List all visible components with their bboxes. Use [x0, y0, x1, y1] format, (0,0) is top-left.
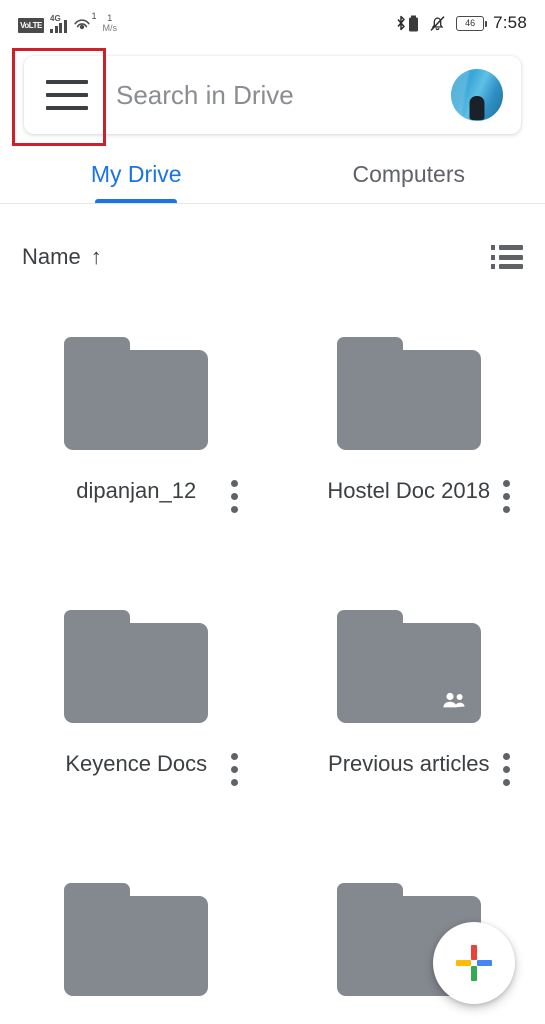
- tab-my-drive-label: My Drive: [91, 161, 182, 188]
- app-screen: VoLTE 4G 1 1 M/s: [0, 0, 545, 1024]
- bluetooth-battery-group: [395, 15, 419, 32]
- file-grid: dipanjan_12 Hostel Doc 2018 Keyence Docs: [0, 300, 545, 1024]
- sort-bar: Name ↑: [0, 228, 545, 286]
- file-name-label: Hostel Doc 2018: [327, 476, 490, 505]
- status-bar-right: 46 7:58: [395, 13, 527, 33]
- clock-label: 7:58: [493, 13, 527, 33]
- data-speed-value: 1: [107, 14, 112, 23]
- grid-item[interactable]: Previous articles: [273, 573, 545, 846]
- file-name-label: Keyence Docs: [65, 749, 207, 778]
- grid-item-label-row: Hostel Doc 2018: [273, 476, 545, 505]
- folder-icon[interactable]: [337, 337, 481, 450]
- grid-item-label-row: Previous articles: [273, 749, 545, 778]
- tab-computers-label: Computers: [353, 161, 465, 188]
- file-name-label: Previous articles: [328, 749, 489, 778]
- file-name-label: dipanjan_12: [76, 476, 196, 505]
- folder-icon[interactable]: [64, 883, 208, 996]
- tab-my-drive[interactable]: My Drive: [0, 145, 273, 204]
- shared-folder-people-icon: [441, 691, 467, 709]
- sort-by-name-button[interactable]: Name ↑: [22, 244, 102, 270]
- grid-item-label-row: dipanjan_12: [0, 476, 273, 505]
- data-speed-unit: M/s: [103, 24, 118, 33]
- signal-bars-icon: 4G: [50, 15, 67, 33]
- account-avatar[interactable]: [451, 69, 503, 121]
- search-input[interactable]: Search in Drive: [116, 80, 451, 111]
- sort-label-text: Name: [22, 244, 81, 270]
- grid-item[interactable]: Keyence Docs: [0, 573, 273, 846]
- grid-item-label-row: Keyence Docs: [0, 749, 273, 778]
- create-new-fab-button[interactable]: [433, 922, 515, 1004]
- more-options-icon[interactable]: [503, 753, 511, 786]
- list-view-icon[interactable]: [491, 245, 523, 269]
- status-bar: VoLTE 4G 1 1 M/s: [0, 0, 545, 46]
- more-options-icon[interactable]: [503, 480, 511, 513]
- drive-tabs: My Drive Computers: [0, 145, 545, 204]
- folder-icon[interactable]: [64, 337, 208, 450]
- grid-item[interactable]: [0, 846, 273, 1024]
- hotspot-icon: 1: [73, 15, 93, 33]
- search-bar[interactable]: Search in Drive: [24, 56, 521, 134]
- battery-small-icon: [408, 15, 419, 32]
- hamburger-menu-icon[interactable]: [46, 80, 88, 110]
- more-options-icon[interactable]: [231, 480, 239, 513]
- volte-icon: VoLTE: [18, 18, 44, 33]
- hotspot-count-label: 1: [91, 11, 96, 21]
- tab-computers[interactable]: Computers: [273, 145, 545, 204]
- folder-icon[interactable]: [337, 610, 481, 723]
- network-type-label: 4G: [50, 14, 61, 23]
- battery-icon: 46: [456, 16, 484, 31]
- sort-direction-icon: ↑: [91, 246, 102, 268]
- data-speed-indicator: 1 M/s: [103, 14, 118, 33]
- google-plus-add-icon: [454, 943, 494, 983]
- grid-item[interactable]: dipanjan_12: [0, 300, 273, 573]
- tabs-divider: [0, 203, 545, 204]
- notifications-muted-icon: [428, 14, 447, 33]
- grid-item[interactable]: Hostel Doc 2018: [273, 300, 545, 573]
- folder-icon[interactable]: [64, 610, 208, 723]
- bluetooth-icon: [395, 15, 407, 32]
- status-bar-left: VoLTE 4G 1 1 M/s: [18, 14, 117, 33]
- more-options-icon[interactable]: [231, 753, 239, 786]
